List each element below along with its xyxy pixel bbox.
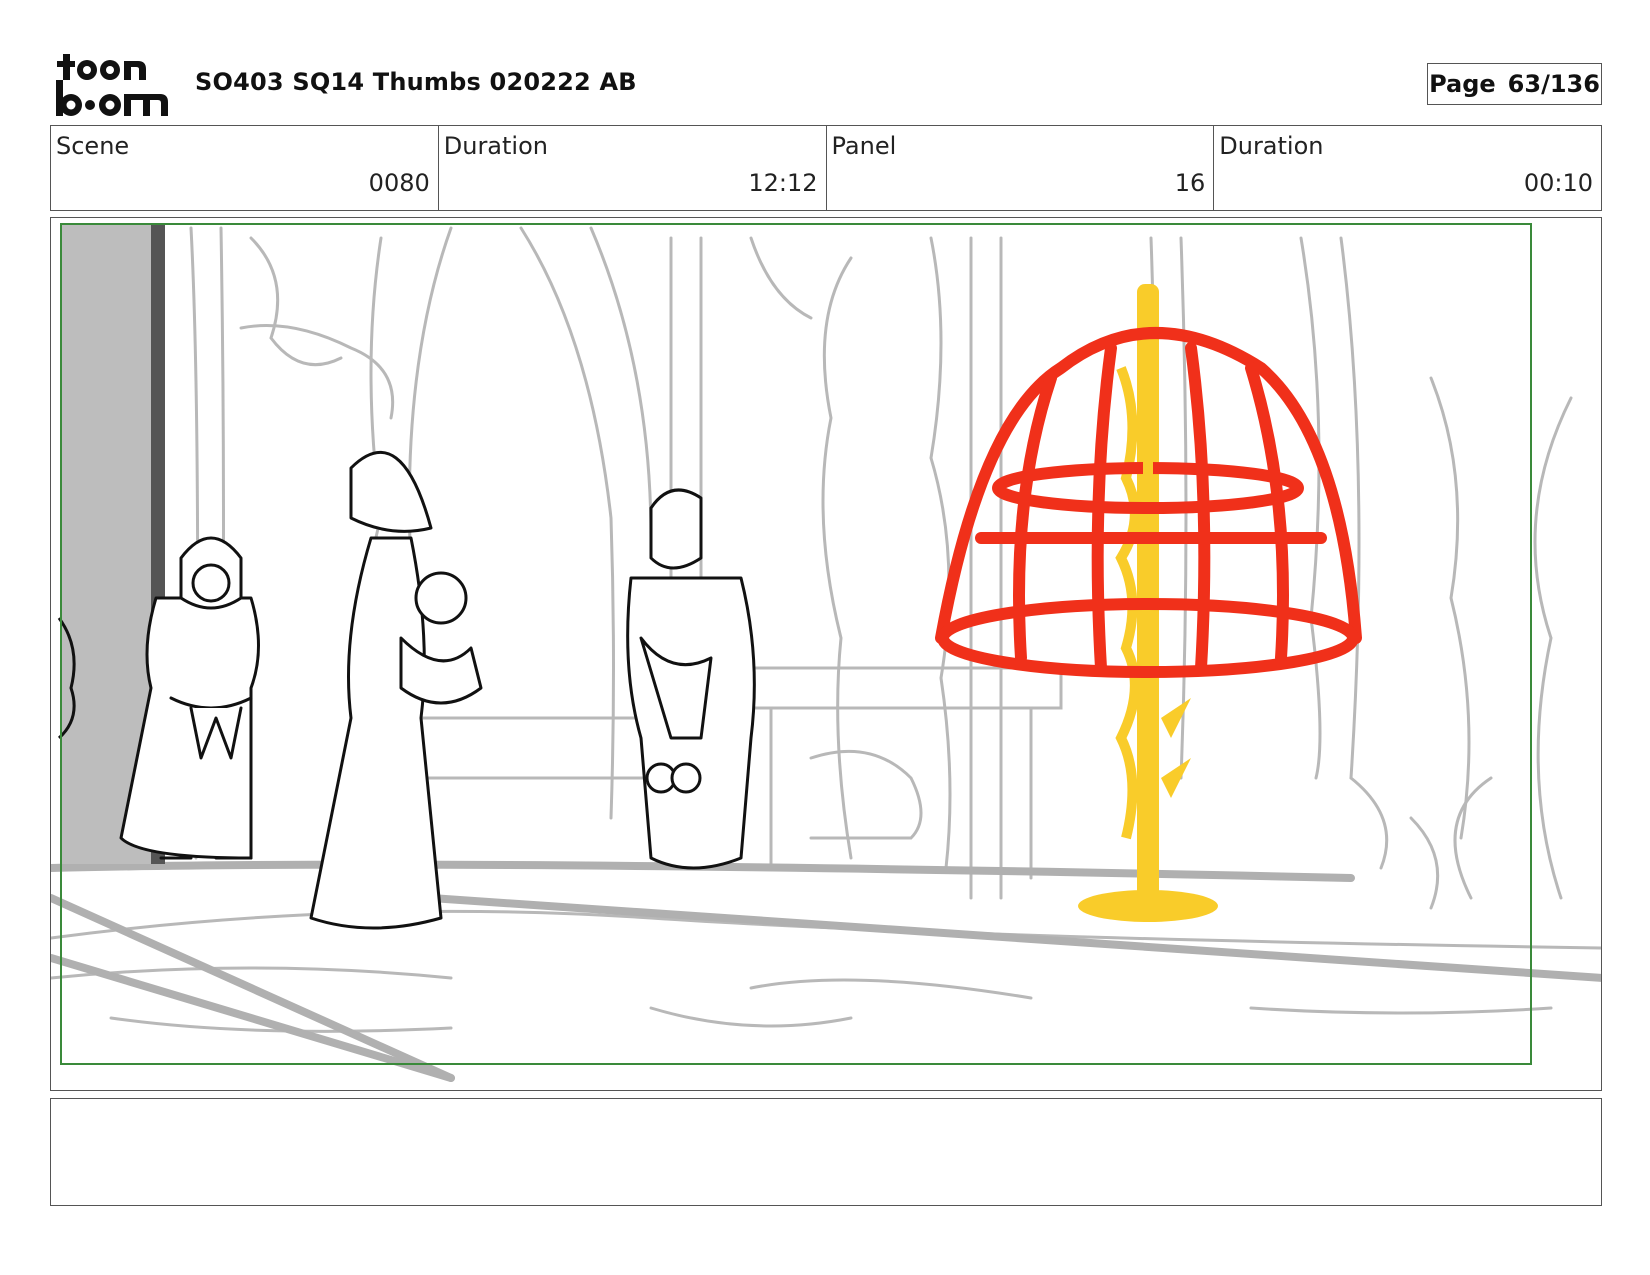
- storyboard-panel: [50, 217, 1602, 1091]
- panel-label: Panel: [831, 132, 897, 160]
- scene-label: Scene: [56, 132, 130, 160]
- panel-cell: Panel 16: [827, 126, 1215, 210]
- panel-value: 16: [1174, 169, 1206, 197]
- scene-duration-cell: Duration 12:12: [439, 126, 827, 210]
- characters: [119, 450, 756, 930]
- page-value: 63/136: [1507, 70, 1600, 98]
- scene-duration-label: Duration: [443, 132, 548, 160]
- scene-duration-value: 12:12: [748, 169, 818, 197]
- background-sketch: [51, 226, 1601, 1033]
- storyboard-drawing: [51, 223, 1601, 1082]
- panel-duration-label: Duration: [1219, 132, 1324, 160]
- scene-value: 0080: [368, 169, 430, 197]
- logo-icon: [56, 54, 168, 116]
- floor-lines: [51, 860, 1601, 1082]
- document-title: SO403 SQ14 Thumbs 020222 AB: [195, 68, 637, 96]
- page-indicator: Page 63/136: [1427, 63, 1602, 105]
- scene-info-table: Scene 0080 Duration 12:12 Panel 16 Durat…: [50, 125, 1602, 211]
- toonboom-logo: [52, 50, 172, 120]
- panel-duration-cell: Duration 00:10: [1214, 126, 1601, 210]
- page-label: Page: [1429, 70, 1496, 98]
- panel-notes: [50, 1098, 1602, 1206]
- panel-duration-value: 00:10: [1523, 169, 1593, 197]
- scene-cell: Scene 0080: [51, 126, 439, 210]
